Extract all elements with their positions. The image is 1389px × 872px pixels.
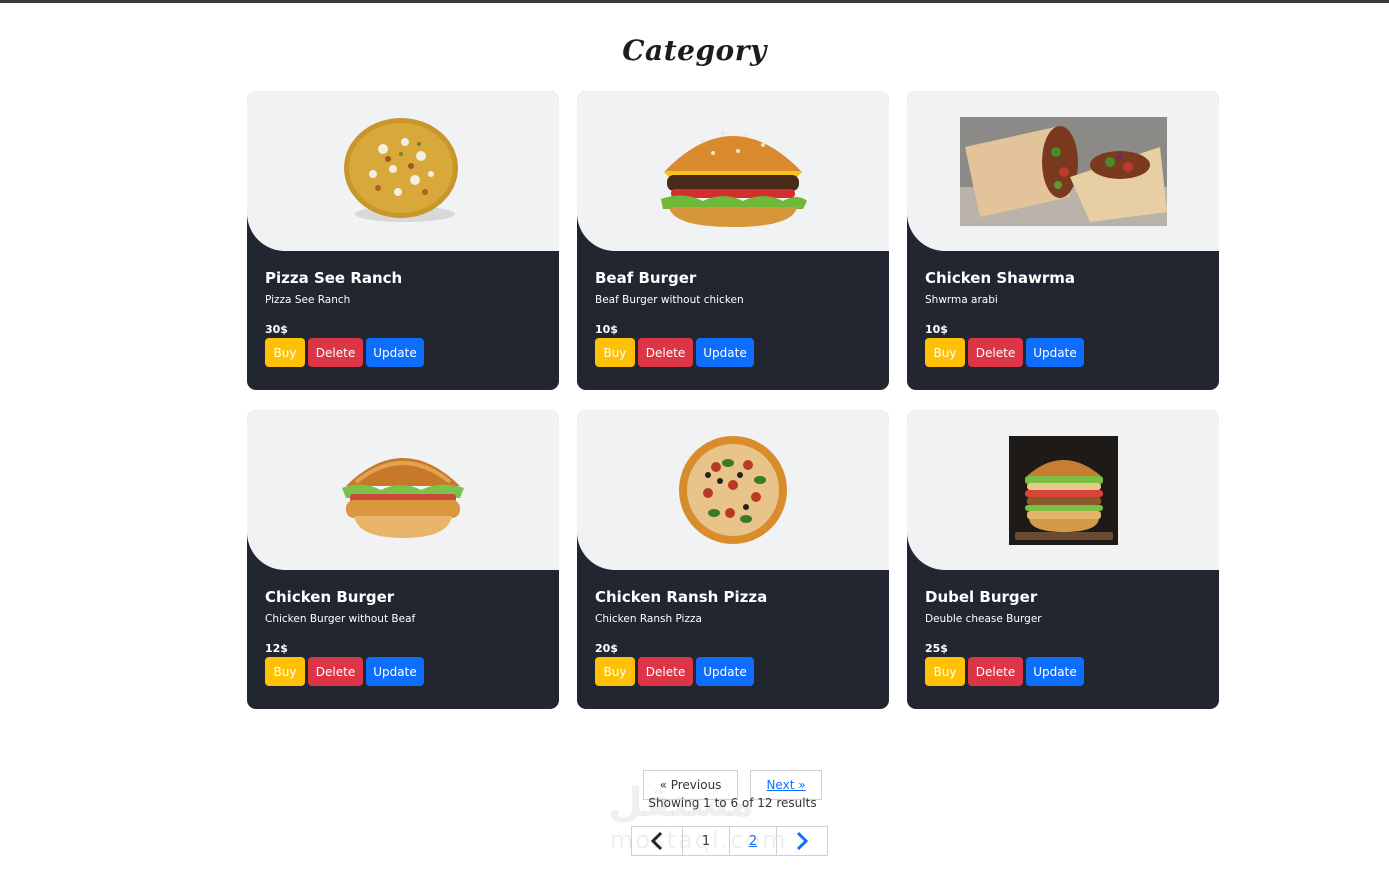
product-card: Beaf Burger Beaf Burger without chicken …: [577, 91, 889, 390]
product-card: Chicken Burger Chicken Burger without Be…: [247, 410, 559, 709]
delete-button[interactable]: Delete: [968, 338, 1023, 367]
product-grid: Pizza See Ranch Pizza See Ranch 30$ Buy …: [247, 91, 1219, 709]
double-burger-image: [1008, 435, 1118, 545]
product-card: Pizza See Ranch Pizza See Ranch 30$ Buy …: [247, 91, 559, 390]
card-body: Chicken Ransh Pizza Chicken Ransh Pizza …: [595, 588, 871, 686]
delete-button[interactable]: Delete: [968, 657, 1023, 686]
card-image-area: [907, 410, 1219, 570]
product-description: Beaf Burger without chicken: [595, 294, 744, 306]
page-title: Category: [622, 34, 767, 67]
product-name: Chicken Burger: [265, 588, 395, 606]
buy-button[interactable]: Buy: [925, 657, 965, 686]
card-actions: Buy Delete Update: [925, 657, 1201, 686]
product-card: Dubel Burger Deuble chease Burger 25$ Bu…: [907, 410, 1219, 709]
top-border: [0, 0, 1389, 3]
card-actions: Buy Delete Update: [595, 338, 871, 367]
card-body: Pizza See Ranch Pizza See Ranch 30$ Buy …: [265, 269, 541, 367]
card-image-area: [577, 410, 889, 570]
card-image-area: [577, 91, 889, 251]
product-name: Dubel Burger: [925, 588, 1038, 606]
delete-button[interactable]: Delete: [638, 657, 693, 686]
card-actions: Buy Delete Update: [925, 338, 1201, 367]
delete-button[interactable]: Delete: [308, 338, 363, 367]
buy-button[interactable]: Buy: [265, 338, 305, 367]
buy-button[interactable]: Buy: [925, 338, 965, 367]
product-name: Chicken Shawrma: [925, 269, 1075, 287]
update-button[interactable]: Update: [366, 338, 424, 367]
card-image-area: [247, 91, 559, 251]
pizza-image: [679, 436, 787, 544]
product-description: Deuble chease Burger: [925, 613, 1042, 625]
product-name: Beaf Burger: [595, 269, 697, 287]
card-image-area: [907, 91, 1219, 251]
card-body: Dubel Burger Deuble chease Burger 25$ Bu…: [925, 588, 1201, 686]
shawarma-image: [959, 116, 1167, 226]
card-body: Beaf Burger Beaf Burger without chicken …: [595, 269, 871, 367]
buy-button[interactable]: Buy: [265, 657, 305, 686]
product-price: 20$: [595, 642, 618, 655]
product-price: 12$: [265, 642, 288, 655]
chevron-right-icon: [796, 831, 809, 851]
product-name: Pizza See Ranch: [265, 269, 403, 287]
update-button[interactable]: Update: [696, 338, 754, 367]
page-2[interactable]: 2: [729, 826, 777, 856]
product-card: Chicken Ransh Pizza Chicken Ransh Pizza …: [577, 410, 889, 709]
product-description: Pizza See Ranch: [265, 294, 351, 306]
buy-button[interactable]: Buy: [595, 338, 635, 367]
card-actions: Buy Delete Update: [595, 657, 871, 686]
update-button[interactable]: Update: [1026, 657, 1084, 686]
product-description: Chicken Ransh Pizza: [595, 613, 702, 625]
update-button[interactable]: Update: [366, 657, 424, 686]
page-1[interactable]: 1: [682, 826, 730, 856]
buy-button[interactable]: Buy: [595, 657, 635, 686]
next-page-button[interactable]: [776, 826, 828, 856]
product-price: 10$: [595, 323, 618, 336]
page-numbers: 1 2: [631, 826, 828, 856]
product-description: Shwrma arabi: [925, 294, 998, 306]
card-actions: Buy Delete Update: [265, 657, 541, 686]
update-button[interactable]: Update: [1026, 338, 1084, 367]
results-info: Showing 1 to 6 of 12 results: [648, 796, 817, 810]
beef-burger-image: [661, 131, 807, 227]
product-card: Chicken Shawrma Shwrma arabi 10$ Buy Del…: [907, 91, 1219, 390]
card-actions: Buy Delete Update: [265, 338, 541, 367]
delete-button[interactable]: Delete: [638, 338, 693, 367]
pizza-onion-image: [344, 117, 458, 222]
card-body: Chicken Burger Chicken Burger without Be…: [265, 588, 541, 686]
product-name: Chicken Ransh Pizza: [595, 588, 768, 606]
product-price: 25$: [925, 642, 948, 655]
card-body: Chicken Shawrma Shwrma arabi 10$ Buy Del…: [925, 269, 1201, 367]
chevron-left-icon: [650, 831, 663, 851]
product-price: 30$: [265, 323, 288, 336]
product-price: 10$: [925, 323, 948, 336]
update-button[interactable]: Update: [696, 657, 754, 686]
chicken-burger-image: [342, 458, 464, 538]
prev-page-button[interactable]: [631, 826, 683, 856]
product-description: Chicken Burger without Beaf: [265, 613, 416, 625]
delete-button[interactable]: Delete: [308, 657, 363, 686]
card-image-area: [247, 410, 559, 570]
